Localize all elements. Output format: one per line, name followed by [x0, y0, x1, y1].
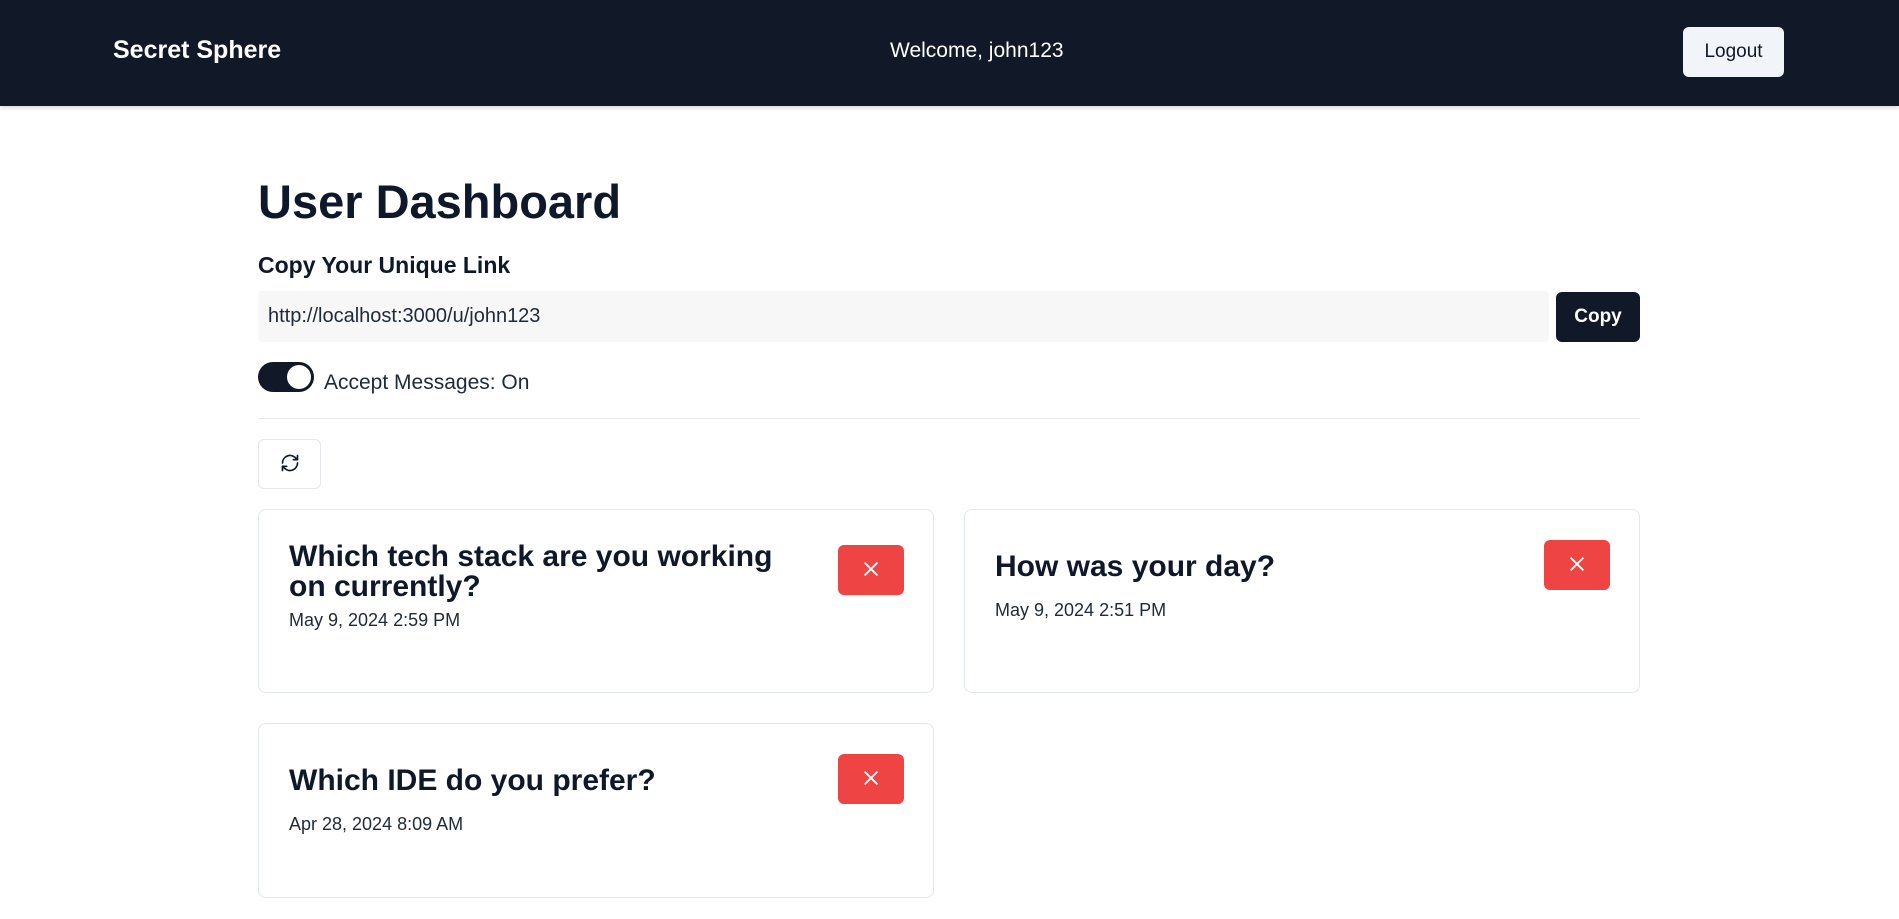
delete-message-button[interactable] — [838, 754, 904, 804]
accept-messages-label: Accept Messages: On — [324, 371, 530, 394]
delete-message-button[interactable] — [838, 545, 904, 595]
x-icon — [861, 559, 881, 582]
message-date: May 9, 2024 2:59 PM — [289, 610, 461, 630]
delete-message-button[interactable] — [1544, 540, 1610, 590]
logout-button[interactable]: Logout — [1683, 27, 1784, 77]
page-title: User Dashboard — [258, 175, 622, 228]
message-date: May 9, 2024 2:51 PM — [995, 600, 1167, 620]
toggle-knob — [287, 365, 311, 389]
message-text: Which tech stack are you working on curr… — [289, 540, 773, 603]
copy-button[interactable]: Copy — [1556, 292, 1640, 342]
message-date: Apr 28, 2024 8:09 AM — [289, 814, 464, 834]
message-text: Which IDE do you prefer? — [289, 764, 656, 797]
x-icon — [1567, 554, 1587, 577]
brand-logo[interactable]: Secret Sphere — [113, 36, 281, 65]
divider — [258, 418, 1640, 419]
message-card: Which IDE do you prefer? Apr 28, 2024 8:… — [258, 723, 934, 898]
refresh-button[interactable] — [258, 439, 321, 489]
message-card: How was your day? May 9, 2024 2:51 PM — [964, 509, 1640, 693]
unique-link-input[interactable]: http://localhost:3000/u/john123 — [258, 291, 1549, 342]
unique-link-label: Copy Your Unique Link — [258, 252, 511, 278]
message-text: How was your day? — [995, 550, 1276, 583]
message-card: Which tech stack are you working on curr… — [258, 509, 934, 693]
navbar: Secret Sphere Welcome, john123 Logout — [0, 0, 1899, 106]
refresh-icon — [280, 453, 300, 476]
x-icon — [861, 768, 881, 791]
welcome-text: Welcome, john123 — [890, 39, 1064, 62]
accept-messages-toggle[interactable] — [258, 362, 314, 392]
